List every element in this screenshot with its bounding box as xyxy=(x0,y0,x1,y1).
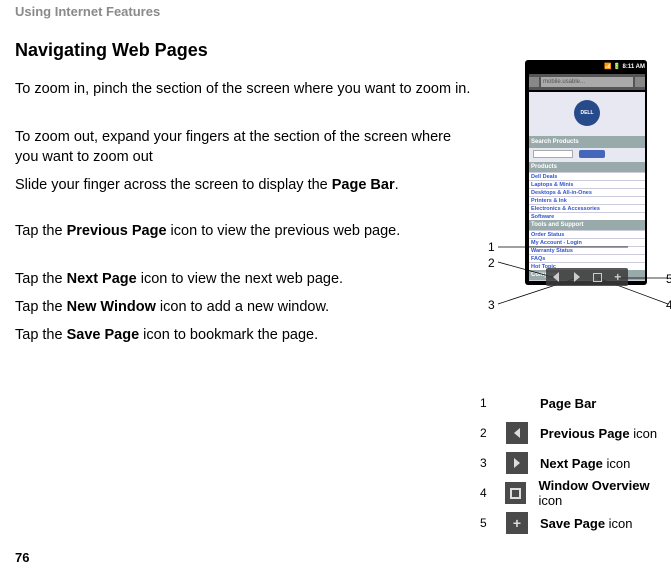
plus-icon: + xyxy=(614,271,621,283)
next-page-button[interactable] xyxy=(567,268,588,286)
legend-row: 1 Page Bar xyxy=(480,388,671,418)
legend-row: 5 + Save Page icon xyxy=(480,508,671,538)
callout-number: 3 xyxy=(488,298,495,312)
callout-number: 2 xyxy=(488,256,495,270)
window-icon xyxy=(593,273,602,282)
chevron-right-icon xyxy=(574,272,580,282)
legend-number: 3 xyxy=(480,456,494,470)
callout-lines xyxy=(0,0,671,400)
previous-page-icon xyxy=(506,422,528,444)
callout-number: 4 xyxy=(666,298,671,312)
legend-number: 2 xyxy=(480,426,494,440)
legend-label: Next Page icon xyxy=(540,456,630,471)
page-bar: + xyxy=(546,268,628,286)
previous-page-button[interactable] xyxy=(546,268,567,286)
next-page-icon xyxy=(506,452,528,474)
legend-number: 5 xyxy=(480,516,494,530)
legend-row: 3 Next Page icon xyxy=(480,448,671,478)
legend: 1 Page Bar 2 Previous Page icon 3 Next P… xyxy=(480,388,671,538)
legend-label: Window Overview icon xyxy=(538,478,671,508)
legend-label: Page Bar xyxy=(540,396,596,411)
legend-number: 1 xyxy=(480,396,494,410)
legend-label: Save Page icon xyxy=(540,516,633,531)
window-overview-button[interactable] xyxy=(587,268,608,286)
legend-row: 2 Previous Page icon xyxy=(480,418,671,448)
legend-label: Previous Page icon xyxy=(540,426,657,441)
window-overview-icon xyxy=(505,482,526,504)
page-number: 76 xyxy=(15,550,29,565)
save-page-button[interactable]: + xyxy=(608,268,629,286)
legend-row: 4 Window Overview icon xyxy=(480,478,671,508)
legend-number: 4 xyxy=(480,486,493,500)
callout-number: 5 xyxy=(666,272,671,286)
save-page-icon: + xyxy=(506,512,528,534)
chevron-left-icon xyxy=(553,272,559,282)
callout-number: 1 xyxy=(488,240,495,254)
